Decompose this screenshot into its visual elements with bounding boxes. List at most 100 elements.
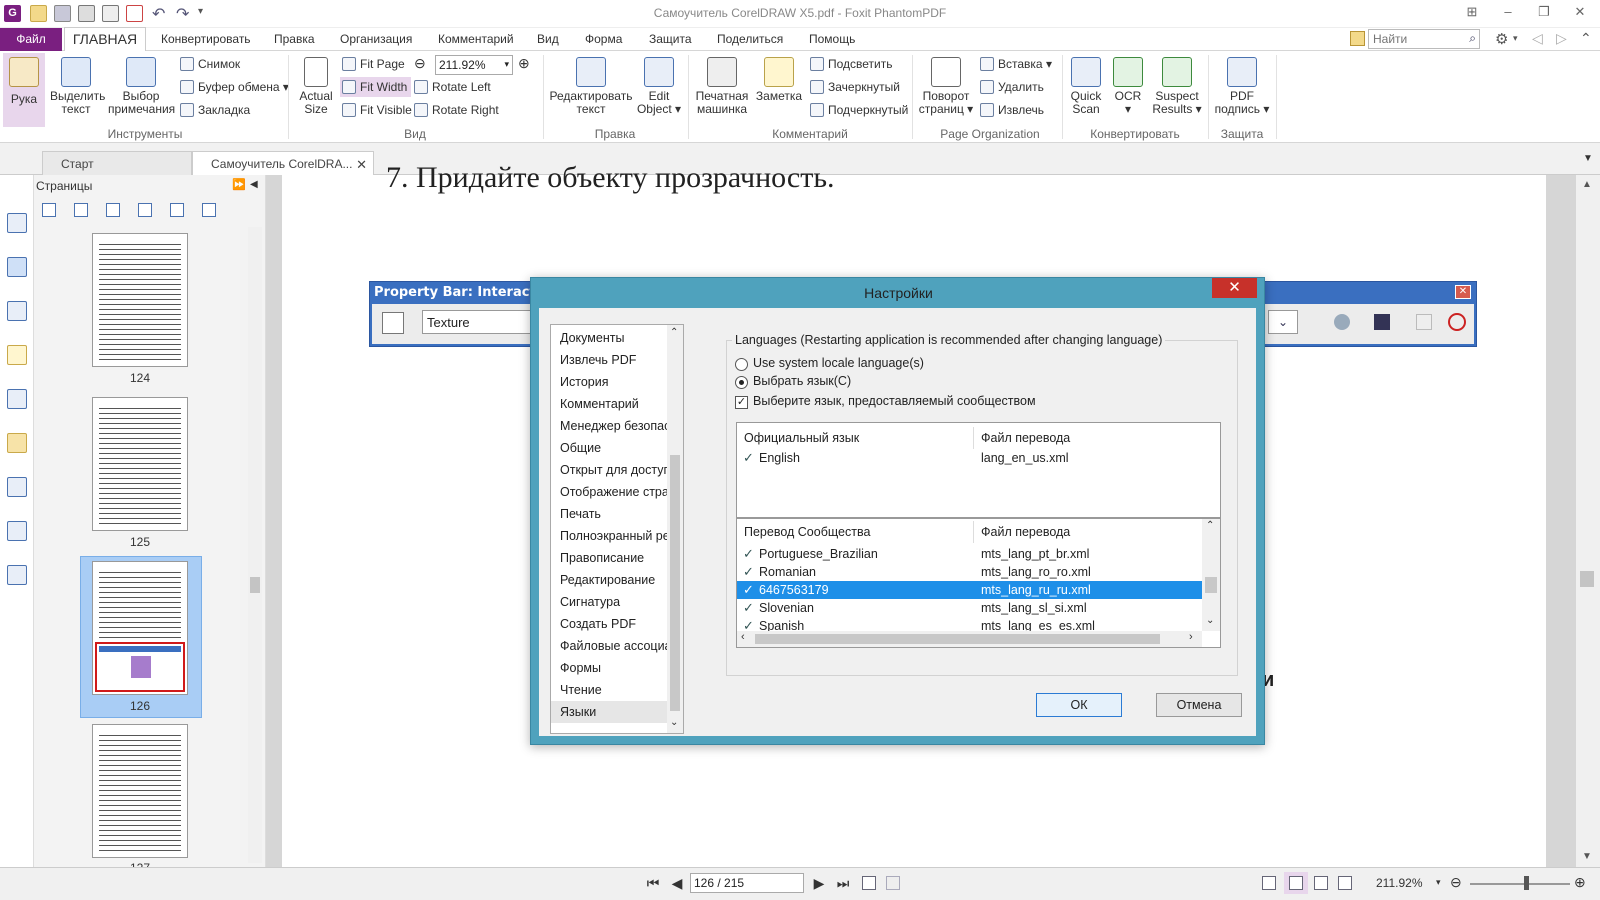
extract-button[interactable]: Извлечь <box>980 100 1044 120</box>
expand-panel-icon[interactable]: ⏩ <box>232 178 246 191</box>
zoom-in-icon[interactable]: ⊕ <box>518 55 530 72</box>
category-item[interactable]: Документы <box>551 327 667 349</box>
comments-icon[interactable] <box>7 345 27 365</box>
category-item[interactable]: Комментарий <box>551 393 667 415</box>
community-table-vscrollbar[interactable]: ⌃ ⌄ <box>1202 519 1220 631</box>
radio-system-locale[interactable] <box>735 358 748 371</box>
menu-comment[interactable]: Комментарий <box>438 32 514 46</box>
scrollbar-thumb[interactable] <box>250 577 260 593</box>
fit-visible-button[interactable]: Fit Visible <box>342 100 412 120</box>
suspect-results-button[interactable]: Suspect Results ▾ <box>1150 53 1204 116</box>
layers-icon[interactable] <box>7 301 27 321</box>
table-row[interactable]: ✓ Portuguese_Brazilian mts_lang_pt_br.xml <box>737 545 1202 563</box>
category-item[interactable]: Печать <box>551 503 667 525</box>
menu-home[interactable]: ГЛАВНАЯ <box>64 27 146 51</box>
signatures-icon[interactable] <box>7 565 27 585</box>
page-zoom-out-icon[interactable] <box>74 203 88 217</box>
table-row-selected[interactable]: ✓ 6467563179 mts_lang_ru_ru.xml <box>737 581 1202 599</box>
add-page-icon[interactable] <box>170 203 184 217</box>
menu-convert[interactable]: Конвертировать <box>161 32 251 46</box>
category-item[interactable]: Сигнатура <box>551 591 667 613</box>
select-text-button[interactable]: Выделить текст <box>50 53 105 116</box>
category-item[interactable]: Языки <box>551 701 667 723</box>
menu-protect[interactable]: Защита <box>649 32 692 46</box>
continuous-facing-icon[interactable] <box>1338 876 1352 890</box>
scroll-up-icon[interactable]: ⌃ <box>670 327 678 338</box>
page-thumbnail[interactable] <box>92 724 188 858</box>
scrollbar-thumb[interactable] <box>755 634 1160 644</box>
category-item[interactable]: Извлечь PDF <box>551 349 667 371</box>
bookmarks-icon[interactable] <box>7 213 27 233</box>
table-row[interactable]: ✓ Romanian mts_lang_ro_ro.xml <box>737 563 1202 581</box>
continuous-page-button[interactable] <box>1284 872 1308 894</box>
radio-choose-language[interactable] <box>735 376 748 389</box>
snapshot-button[interactable]: Снимок <box>180 54 240 74</box>
security-lock-icon[interactable] <box>7 433 27 453</box>
close-window-button[interactable]: ✕ <box>1568 4 1592 22</box>
pages-icon[interactable] <box>7 257 27 277</box>
settings-gear-icon[interactable]: ⚙ <box>1495 30 1508 48</box>
zoom-out-icon[interactable]: ⊖ <box>1450 874 1462 891</box>
actual-size-button[interactable]: Actual Size <box>294 53 338 116</box>
scroll-up-icon[interactable]: ⌃ <box>1206 520 1214 531</box>
scrollbar-thumb[interactable] <box>1205 577 1217 593</box>
layout-icon[interactable]: ⊞ <box>1460 4 1484 22</box>
zoom-dropdown-icon[interactable]: ▾ <box>1436 877 1441 888</box>
insert-page-icon[interactable] <box>106 203 120 217</box>
category-scrollbar[interactable]: ⌃ ⌄ <box>667 325 683 733</box>
category-item[interactable]: Отображение стра <box>551 481 667 503</box>
tab-start[interactable]: Старт <box>42 151 192 175</box>
next-page-icon[interactable]: ▶ <box>812 876 826 890</box>
column-header-translation-file[interactable]: Файл перевода <box>981 427 1070 449</box>
category-item[interactable]: Общие <box>551 437 667 459</box>
typewriter-button[interactable]: Печатная машинка <box>694 53 750 116</box>
previous-view-icon[interactable] <box>862 876 876 890</box>
page-zoom-in-icon[interactable] <box>42 203 56 217</box>
category-item[interactable]: Правописание <box>551 547 667 569</box>
collapse-panel-icon[interactable]: ◀ <box>250 179 258 190</box>
document-scrollbar[interactable]: ▲ ▼ <box>1576 175 1600 867</box>
menu-organize[interactable]: Организация <box>340 32 412 46</box>
rotate-left-button[interactable]: Rotate Left <box>414 77 491 97</box>
menu-share[interactable]: Поделиться <box>717 32 783 46</box>
zoom-out-icon[interactable]: ⊖ <box>414 55 426 72</box>
menu-edit[interactable]: Правка <box>274 32 315 46</box>
search-icon[interactable]: ⌕ <box>1469 31 1476 46</box>
attachments-icon[interactable] <box>7 389 27 409</box>
previous-page-icon[interactable]: ◀ <box>670 876 684 890</box>
category-item[interactable]: Чтение <box>551 679 667 701</box>
category-item[interactable]: Менеджер безопас <box>551 415 667 437</box>
forward-icon[interactable]: ▷ <box>1556 30 1567 47</box>
fit-width-button[interactable]: Fit Width <box>340 77 412 97</box>
last-page-icon[interactable]: ⏭ <box>836 876 850 890</box>
category-item[interactable]: Создать PDF <box>551 613 667 635</box>
content-icon[interactable] <box>7 477 27 497</box>
category-item[interactable]: История <box>551 371 667 393</box>
settings-dropdown-icon[interactable]: ▾ <box>1513 33 1518 44</box>
scrollbar-thumb[interactable] <box>670 455 680 711</box>
single-page-icon[interactable] <box>1262 876 1276 890</box>
highlight-button[interactable]: Подсветить <box>810 54 893 74</box>
find-folder-icon[interactable] <box>1350 31 1365 46</box>
scroll-down-icon[interactable]: ▼ <box>1582 851 1592 862</box>
category-item[interactable]: Формы <box>551 657 667 679</box>
cancel-button[interactable]: Отмена <box>1156 693 1242 717</box>
delete-page-icon[interactable] <box>202 203 216 217</box>
collapse-ribbon-icon[interactable]: ⌃ <box>1580 30 1592 47</box>
edit-text-button[interactable]: Редактировать текст <box>549 53 633 116</box>
ocr-button[interactable]: OCR ▾ <box>1110 53 1146 116</box>
select-annotation-button[interactable]: Выбор примечания <box>108 53 175 116</box>
table-row[interactable]: ✓ Slovenian mts_lang_sl_si.xml <box>737 599 1202 617</box>
fields-icon[interactable] <box>7 521 27 541</box>
facing-pages-icon[interactable] <box>1314 876 1328 890</box>
ok-button[interactable]: ОК <box>1036 693 1122 717</box>
page-thumbnail-selected[interactable] <box>92 561 188 695</box>
rotate-right-button[interactable]: Rotate Right <box>414 100 499 120</box>
zoom-slider-handle[interactable] <box>1524 876 1529 890</box>
tab-document[interactable]: Самоучитель CorelDRA... ✕ <box>192 151 374 175</box>
scroll-down-icon[interactable]: ⌄ <box>670 717 678 728</box>
fit-page-button[interactable]: Fit Page <box>342 54 405 74</box>
insert-button[interactable]: Вставка ▾ <box>980 54 1052 74</box>
quick-scan-button[interactable]: Quick Scan <box>1066 53 1106 116</box>
page-thumbnail[interactable] <box>92 233 188 367</box>
